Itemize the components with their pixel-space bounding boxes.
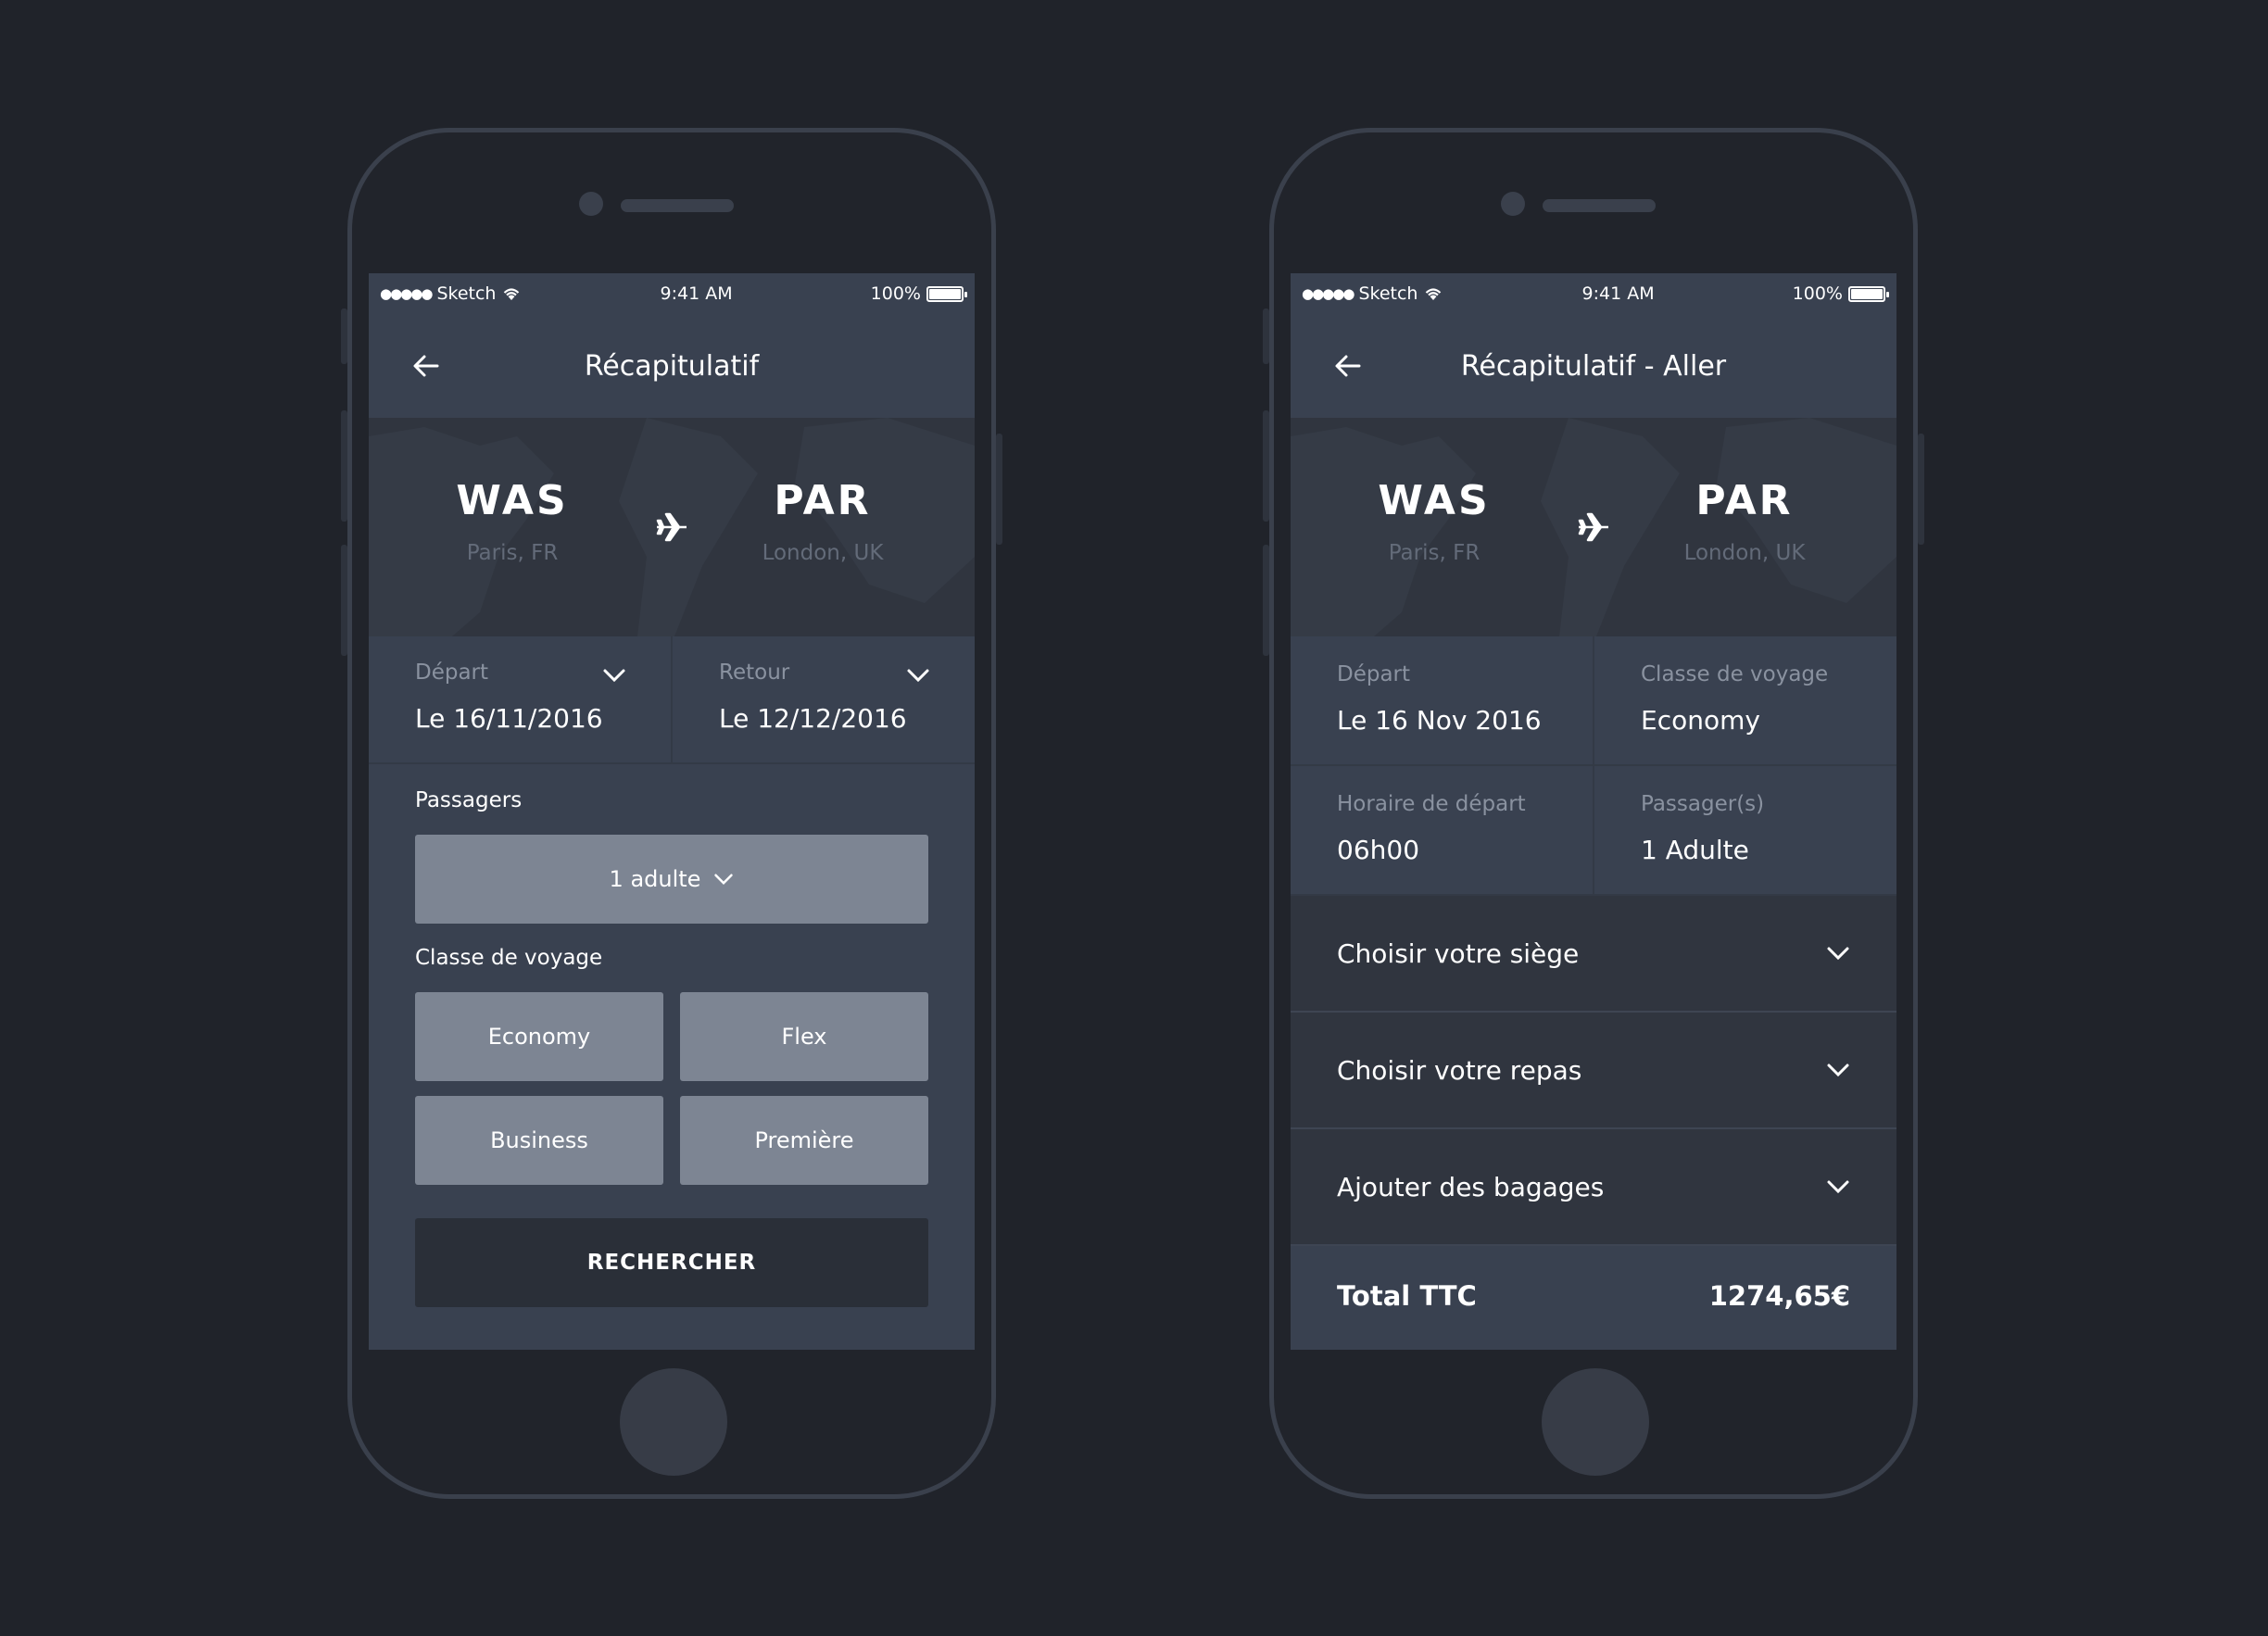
passengers-info: Passager(s) 1 Adulte — [1593, 766, 1896, 894]
chevron-down-icon — [714, 874, 734, 886]
class-option-business[interactable]: Business — [415, 1096, 663, 1185]
class-info: Classe de voyage Economy — [1593, 636, 1896, 764]
origin-code: WAS — [1378, 477, 1491, 524]
class-option-economy[interactable]: Economy — [415, 992, 663, 1081]
total-label: Total TTC — [1337, 1280, 1477, 1312]
origin-city: Paris, FR — [466, 541, 559, 565]
screen-summary-outbound: ●●●●● Sketch 9:41 AM 100% Récapitulatif … — [1291, 273, 1896, 1350]
class-label: Classe de voyage — [1641, 662, 1829, 686]
info-row-1: Départ Le 16 Nov 2016 Classe de voyage E… — [1291, 636, 1896, 766]
accordion-baggage[interactable]: Ajouter des bagages — [1291, 1129, 1896, 1246]
front-camera — [579, 192, 603, 216]
power-button — [1918, 434, 1924, 545]
airplane-icon — [1578, 512, 1608, 542]
class-option-flex[interactable]: Flex — [680, 992, 928, 1081]
chevron-down-icon — [907, 669, 929, 683]
destination-city: London, UK — [762, 541, 884, 565]
front-camera — [1501, 192, 1525, 216]
chevron-down-icon — [1827, 1063, 1849, 1077]
class-option-premiere[interactable]: Première — [680, 1096, 928, 1185]
accordion-meal[interactable]: Choisir votre repas — [1291, 1013, 1896, 1129]
chevron-down-icon — [1827, 947, 1849, 961]
total-row: Total TTC 1274,65€ — [1291, 1246, 1896, 1346]
accordion-label: Choisir votre siège — [1337, 938, 1580, 969]
screen-summary: ●●●●● Sketch 9:41 AM 100% Récapitulatif — [369, 273, 975, 1350]
passengers-value: 1 Adulte — [1641, 835, 1749, 865]
route-header: WAS Paris, FR PAR London, UK — [1291, 418, 1896, 636]
passengers-select[interactable]: 1 adulte — [415, 835, 928, 924]
status-time: 9:41 AM — [1581, 283, 1655, 304]
volume-down-button — [341, 545, 347, 656]
battery-icon — [926, 285, 967, 302]
power-button — [996, 434, 1002, 545]
destination-code: PAR — [1695, 477, 1794, 524]
phone-frame-left: ●●●●● Sketch 9:41 AM 100% Récapitulatif — [341, 128, 1002, 1499]
destination-code: PAR — [774, 477, 872, 524]
info-row-2: Horaire de départ 06h00 Passager(s) 1 Ad… — [1291, 766, 1896, 896]
departure-time-info: Horaire de départ 06h00 — [1291, 766, 1593, 894]
phone-frame-right: ●●●●● Sketch 9:41 AM 100% Récapitulatif … — [1263, 128, 1924, 1499]
wifi-icon — [504, 288, 520, 300]
mute-switch — [341, 308, 347, 364]
carrier-name: Sketch — [436, 283, 497, 304]
wifi-icon — [1426, 288, 1442, 300]
signal-icon: ●●●●● — [380, 285, 433, 302]
departure-label: Départ — [415, 661, 489, 685]
page-title: Récapitulatif — [584, 349, 760, 383]
carrier-name: Sketch — [1358, 283, 1418, 304]
accordion-label: Ajouter des bagages — [1337, 1171, 1605, 1202]
mute-switch — [1263, 308, 1269, 364]
origin-city: Paris, FR — [1388, 541, 1480, 565]
departure-time-label: Horaire de départ — [1337, 792, 1526, 816]
battery-percent: 100% — [870, 283, 921, 304]
search-button[interactable]: RECHERCHER — [415, 1218, 928, 1307]
volume-up-button — [341, 410, 347, 522]
accordion-seat[interactable]: Choisir votre siège — [1291, 896, 1896, 1013]
chevron-down-icon — [1827, 1180, 1849, 1194]
date-row: Départ Le 16/11/2016 Retour Le 12/12/201… — [369, 636, 975, 764]
origin-code: WAS — [456, 477, 569, 524]
status-bar: ●●●●● Sketch 9:41 AM 100% — [1291, 273, 1896, 314]
chevron-down-icon — [603, 669, 625, 683]
signal-icon: ●●●●● — [1302, 285, 1354, 302]
return-date-picker[interactable]: Retour Le 12/12/2016 — [671, 636, 975, 762]
home-button[interactable] — [1542, 1368, 1649, 1476]
return-value: Le 12/12/2016 — [719, 703, 907, 734]
departure-value: Le 16 Nov 2016 — [1337, 705, 1542, 736]
nav-bar: Récapitulatif — [369, 314, 975, 418]
back-arrow-icon[interactable] — [1331, 349, 1365, 383]
earpiece-speaker — [621, 199, 734, 212]
volume-up-button — [1263, 410, 1269, 522]
return-label: Retour — [719, 661, 790, 685]
passengers-value: 1 adulte — [609, 866, 701, 892]
home-button[interactable] — [620, 1368, 727, 1476]
class-label: Classe de voyage — [415, 946, 603, 970]
departure-label: Départ — [1337, 662, 1411, 686]
status-bar: ●●●●● Sketch 9:41 AM 100% — [369, 273, 975, 314]
nav-bar: Récapitulatif - Aller — [1291, 314, 1896, 418]
total-value: 1274,65€ — [1708, 1280, 1850, 1312]
destination-city: London, UK — [1683, 541, 1806, 565]
earpiece-speaker — [1543, 199, 1656, 212]
departure-time-value: 06h00 — [1337, 835, 1420, 865]
airplane-icon — [656, 512, 687, 542]
class-value: Economy — [1641, 705, 1760, 736]
passengers-label: Passager(s) — [1641, 792, 1765, 816]
accordion-label: Choisir votre repas — [1337, 1054, 1582, 1086]
back-arrow-icon[interactable] — [410, 349, 443, 383]
page-title: Récapitulatif - Aller — [1460, 349, 1727, 383]
departure-date-picker[interactable]: Départ Le 16/11/2016 — [369, 636, 671, 762]
class-options: Economy Flex Business Première — [415, 992, 928, 1185]
departure-info: Départ Le 16 Nov 2016 — [1291, 636, 1593, 764]
departure-value: Le 16/11/2016 — [415, 703, 603, 734]
battery-icon — [1848, 285, 1889, 302]
passengers-label: Passagers — [415, 788, 523, 812]
status-time: 9:41 AM — [660, 283, 733, 304]
volume-down-button — [1263, 545, 1269, 656]
battery-percent: 100% — [1792, 283, 1843, 304]
route-header: WAS Paris, FR PAR London, UK — [369, 418, 975, 636]
